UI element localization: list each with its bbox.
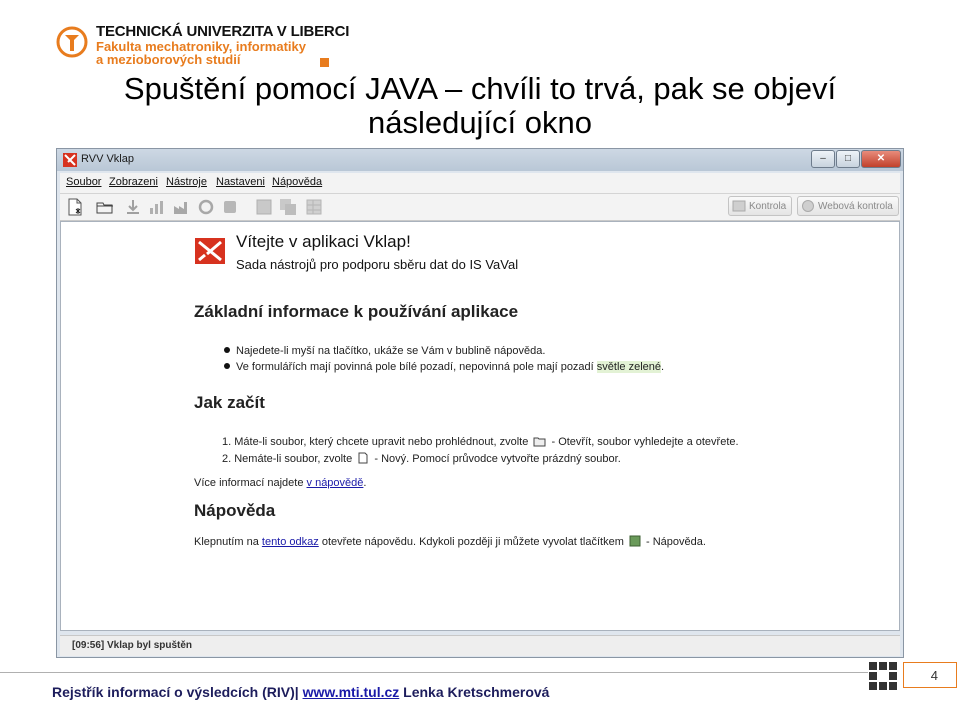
copy-icon[interactable]	[279, 198, 297, 216]
menu-zobrazeni[interactable]: Zobrazeni	[109, 176, 158, 188]
new-file-icon[interactable]	[66, 198, 84, 216]
vklap-window: RVV Vklap – □ ✕ Soubor Zobrazeni Nástroj…	[56, 148, 904, 658]
app-icon	[63, 153, 77, 167]
step-1: 1. Máte-li soubor, který chcete upravit …	[222, 436, 739, 448]
help-open-link[interactable]: tento odkaz	[262, 536, 319, 548]
step-2: 2. Nemáte-li soubor, zvolte - Nový. Pomo…	[222, 452, 621, 465]
footer-riv-text: Rejstřík informací o výsledcích (RIV)|	[52, 684, 299, 700]
bullet-item-2: Ve formulářích mají povinná pole bílé po…	[224, 361, 664, 373]
vklap-logo-icon	[195, 238, 225, 264]
status-message: [09:56] Vklap byl spuštěn	[72, 640, 193, 651]
close-button[interactable]: ✕	[861, 150, 901, 168]
bullet-text-1: Najedete-li myší na tlačítko, ukáže se V…	[236, 345, 546, 357]
menubar: Soubor Zobrazeni Nástroje Nastaveni Nápo…	[60, 173, 900, 194]
footer-divider	[0, 672, 868, 673]
more-info-text: Více informací najdete	[194, 477, 304, 489]
open-folder-icon[interactable]	[96, 198, 114, 216]
help-text-end: - Nápověda.	[646, 536, 706, 548]
new-file-icon	[358, 452, 368, 464]
help-text-mid: otevřete nápovědu. Kdykoli později ji mů…	[321, 536, 624, 548]
step-2-text: 2. Nemáte-li soubor, zvolte	[222, 453, 353, 465]
menu-soubor[interactable]: Soubor	[66, 176, 101, 188]
step-1-text: 1. Máte-li soubor, který chcete upravit …	[222, 436, 529, 448]
slide-title-line1: Spuštění pomocí JAVA – chvíli to trvá, p…	[123, 71, 837, 106]
web-check-button[interactable]: Webová kontrola	[797, 196, 899, 216]
bullet-text-2-end: .	[661, 361, 665, 373]
faculty-line1: Fakulta mechatroniky, informatiky	[96, 38, 306, 54]
download-icon[interactable]	[124, 198, 142, 216]
check-icon	[732, 200, 746, 212]
print-icon[interactable]	[255, 198, 273, 216]
university-line1: TECHNICKÁ UNIVERZITA V LIBERCI	[96, 23, 350, 40]
maximize-button[interactable]: □	[836, 150, 860, 168]
menu-nastaveni[interactable]: Nastaveni	[216, 176, 265, 188]
menu-nastroje[interactable]: Nástroje	[166, 176, 207, 188]
menu-napoveda[interactable]: Nápověda	[272, 176, 322, 188]
page-number: 4	[903, 662, 957, 688]
more-info-end: .	[363, 477, 367, 489]
step-2-text-end: - Nový. Pomocí průvodce vytvořte prázdný…	[374, 453, 621, 465]
slide-title: Spuštění pomocí JAVA – chvíli to trvá, p…	[0, 72, 960, 140]
statusbar: [09:56] Vklap byl spuštěn	[60, 635, 900, 656]
bullet-text-2: Ve formulářích mají povinná pole bílé po…	[236, 361, 594, 373]
check-button-label: Kontrola	[749, 200, 787, 212]
web-check-button-label: Webová kontrola	[818, 200, 893, 212]
help-link-napovede[interactable]: v nápovědě	[307, 477, 364, 489]
bullet-dot	[224, 347, 230, 353]
university-name: TECHNICKÁ UNIVERZITA V LIBERCI Fakulta m…	[96, 24, 349, 67]
table-icon[interactable]	[305, 198, 323, 216]
toolbar: Kontrola Webová kontrola	[60, 194, 900, 221]
chart-icon[interactable]	[148, 198, 166, 216]
globe-icon	[802, 200, 814, 212]
open-folder-icon	[533, 437, 546, 447]
university-logo-icon	[56, 26, 88, 58]
start-heading: Jak začít	[194, 393, 265, 412]
help-text: Klepnutím na	[194, 536, 259, 548]
bullet-item-1: Najedete-li myší na tlačítko, ukáže se V…	[224, 345, 545, 357]
window-title: RVV Vklap	[81, 153, 134, 165]
check-button[interactable]: Kontrola	[728, 196, 793, 216]
light-green-highlight: světle zelené	[596, 361, 662, 373]
help-line: Klepnutím na tento odkaz otevřete nápově…	[194, 535, 706, 548]
grid-logo-icon	[869, 662, 897, 690]
welcome-title: Vítejte v aplikaci Vklap!	[236, 232, 411, 251]
footer-author: Lenka Kretschmerová	[403, 684, 550, 700]
more-info-line: Více informací najdete v nápovědě.	[194, 477, 366, 489]
slide-title-line2: následující okno	[367, 105, 593, 140]
welcome-subtitle: Sada nástrojů pro podporu sběru dat do I…	[236, 257, 519, 272]
minimize-button[interactable]: –	[811, 150, 835, 168]
accent-square	[320, 58, 329, 67]
welcome-panel: Vítejte v aplikaci Vklap! Sada nástrojů …	[60, 221, 900, 631]
factory-icon[interactable]	[173, 198, 191, 216]
window-controls: – □ ✕	[810, 150, 901, 168]
help-book-icon	[629, 535, 641, 547]
step-1-text-end: - Otevřít, soubor vyhledejte a otevřete.	[551, 436, 739, 448]
help-heading: Nápověda	[194, 501, 276, 520]
basic-info-heading: Základní informace k používání aplikace	[194, 302, 519, 321]
footer-link[interactable]: www.mti.tul.cz	[303, 684, 400, 700]
refresh-icon[interactable]	[197, 198, 215, 216]
bullet-dot	[224, 363, 230, 369]
database-icon[interactable]	[221, 198, 239, 216]
faculty-line2: a mezioborových studií	[96, 52, 241, 68]
footer-text: Rejstřík informací o výsledcích (RIV)| w…	[52, 684, 549, 700]
window-titlebar[interactable]: RVV Vklap – □ ✕	[57, 149, 903, 171]
